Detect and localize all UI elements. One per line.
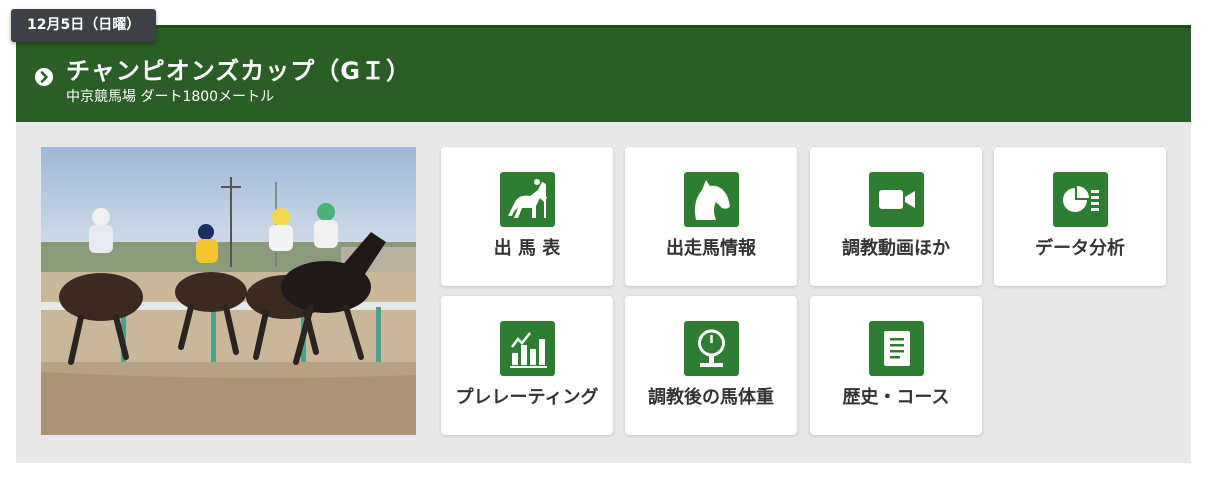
race-header[interactable]: チャンピオンズカップ（GＩ） 中京競馬場 ダート1800メートル	[16, 25, 1191, 122]
tile-training-video[interactable]: 調教動画ほか	[810, 147, 982, 286]
tile-label: 出走馬情報	[666, 238, 756, 259]
date-badge: 12月5日（日曜）	[11, 9, 157, 42]
horse-jockey-icon	[500, 172, 555, 227]
tile-shutuba[interactable]: 出 馬 表	[441, 147, 613, 286]
bar-chart-icon	[500, 321, 555, 376]
tile-pre-rating[interactable]: プレレーティング	[441, 296, 613, 435]
document-icon	[869, 321, 924, 376]
tile-label: 調教動画ほか	[842, 238, 950, 259]
tile-horse-info[interactable]: 出走馬情報	[625, 147, 797, 286]
video-camera-icon	[869, 172, 924, 227]
horse-head-icon	[684, 172, 739, 227]
race-card: 12月5日（日曜） チャンピオンズカップ（GＩ） 中京競馬場 ダート1800メー…	[11, 9, 1191, 463]
tile-weight[interactable]: 調教後の馬体重	[625, 296, 797, 435]
tile-history-course[interactable]: 歴史・コース	[810, 296, 982, 435]
tile-label: 調教後の馬体重	[648, 387, 774, 408]
race-title[interactable]: チャンピオンズカップ（GＩ）	[66, 51, 411, 86]
tile-label: 出 馬 表	[493, 238, 561, 259]
tile-label: データ分析	[1035, 238, 1125, 259]
scale-icon	[684, 321, 739, 376]
race-menu-panel: 出 馬 表 出走馬情報 調教動画ほか データ分析 プレレーティング 調教後の馬体…	[16, 122, 1191, 463]
tile-data-analysis[interactable]: データ分析	[994, 147, 1166, 286]
chevron-right-icon	[35, 68, 53, 86]
tile-label: プレレーティング	[455, 387, 599, 408]
horse-race-photo	[41, 147, 416, 435]
tile-label: 歴史・コース	[842, 387, 950, 408]
pie-chart-icon	[1053, 172, 1108, 227]
race-subtitle: 中京競馬場 ダート1800メートル	[66, 89, 275, 105]
